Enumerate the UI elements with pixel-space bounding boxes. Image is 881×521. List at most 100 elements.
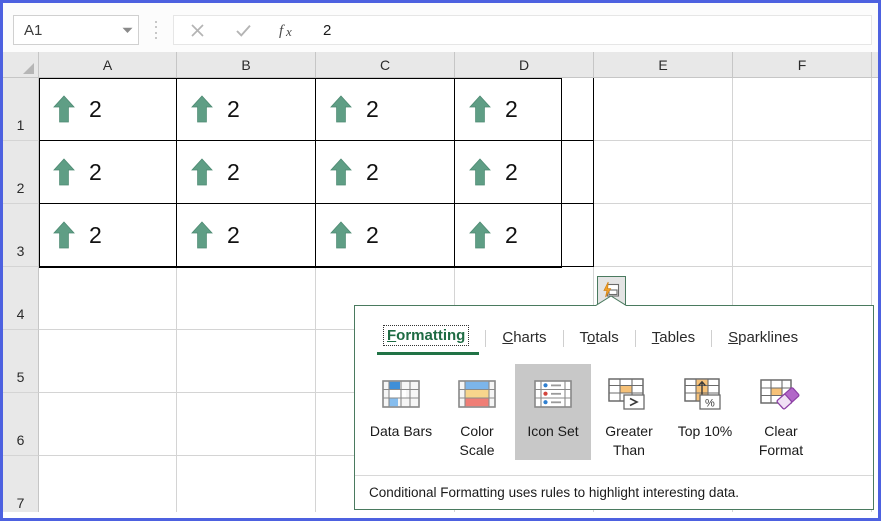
quick-analysis-footer: Conditional Formatting uses rules to hig… bbox=[355, 475, 873, 509]
cell-f3[interactable] bbox=[733, 204, 872, 267]
row-header-3[interactable]: 3 bbox=[3, 204, 39, 267]
quick-analysis-item-color-scale[interactable]: Color Scale bbox=[439, 364, 515, 460]
cell-value: 2 bbox=[89, 95, 102, 122]
table-row: 1 2 2 2 2 bbox=[3, 78, 878, 141]
green-up-arrow-icon bbox=[191, 95, 213, 123]
column-header-e[interactable]: E bbox=[594, 52, 733, 77]
column-header-f[interactable]: F bbox=[733, 52, 872, 77]
green-up-arrow-icon bbox=[191, 158, 213, 186]
name-box[interactable]: A1 bbox=[13, 15, 139, 45]
clear-format-eraser-icon bbox=[760, 374, 802, 414]
cell-b3[interactable]: 2 bbox=[177, 204, 316, 267]
cell-value: 2 bbox=[227, 95, 240, 122]
cell-d2[interactable]: 2 bbox=[455, 141, 594, 204]
quick-analysis-item-label: Icon Set bbox=[527, 423, 579, 439]
cell-b2[interactable]: 2 bbox=[177, 141, 316, 204]
formula-bar: A1 f x 2 bbox=[3, 3, 878, 52]
cell-value: 2 bbox=[505, 95, 518, 122]
tab-formatting-label-rest: ormatting bbox=[396, 327, 466, 344]
cell-c1[interactable]: 2 bbox=[316, 78, 455, 141]
tab-totals[interactable]: Totals bbox=[564, 329, 635, 350]
cell-a2[interactable]: 2 bbox=[39, 141, 177, 204]
row-header-6[interactable]: 6 bbox=[3, 393, 39, 456]
cell-c3[interactable]: 2 bbox=[316, 204, 455, 267]
column-header-a[interactable]: A bbox=[39, 52, 177, 77]
cell-c2[interactable]: 2 bbox=[316, 141, 455, 204]
cell-b1[interactable]: 2 bbox=[177, 78, 316, 141]
column-header-b[interactable]: B bbox=[177, 52, 316, 77]
cell-f2[interactable] bbox=[733, 141, 872, 204]
excel-window: A1 f x 2 A B C D E F 1 2 2 2 2 2 2 2 2 2… bbox=[0, 0, 881, 521]
cell-e3[interactable] bbox=[594, 204, 733, 267]
quick-analysis-items: Data Bars Color Scale Icon Set Greater T… bbox=[355, 364, 873, 460]
cell-e1[interactable] bbox=[594, 78, 733, 141]
row-header-1[interactable]: 1 bbox=[3, 78, 39, 141]
cell-value: 2 bbox=[227, 158, 240, 185]
cell-value: 2 bbox=[366, 95, 379, 122]
quick-analysis-item-label: Top 10% bbox=[677, 423, 733, 439]
svg-text:x: x bbox=[285, 24, 292, 39]
table-row: 2 2 2 2 2 bbox=[3, 141, 878, 204]
chevron-down-icon[interactable] bbox=[116, 27, 138, 34]
cell-value: 2 bbox=[89, 221, 102, 248]
cell-a3[interactable]: 2 bbox=[39, 204, 177, 267]
tab-tables[interactable]: Tables bbox=[636, 329, 711, 350]
quick-analysis-item-label: Color Scale bbox=[459, 423, 495, 458]
cell-b7[interactable] bbox=[177, 456, 316, 518]
row-header-7[interactable]: 7 bbox=[3, 456, 39, 518]
cell-b6[interactable] bbox=[177, 393, 316, 456]
cell-a6[interactable] bbox=[39, 393, 177, 456]
quick-analysis-item-icon-set[interactable]: Icon Set bbox=[515, 364, 591, 460]
green-up-arrow-icon bbox=[330, 158, 352, 186]
quick-analysis-footer-text: Conditional Formatting uses rules to hig… bbox=[369, 485, 739, 500]
green-up-arrow-icon bbox=[53, 221, 75, 249]
green-up-arrow-icon bbox=[53, 95, 75, 123]
cell-f1[interactable] bbox=[733, 78, 872, 141]
green-up-arrow-icon bbox=[469, 221, 491, 249]
quick-analysis-item-top-10-percent[interactable]: % Top 10% bbox=[667, 364, 743, 460]
formula-bar-buttons: f x bbox=[173, 15, 313, 45]
bottom-strip bbox=[3, 512, 878, 518]
cell-b5[interactable] bbox=[177, 330, 316, 393]
column-header-d[interactable]: D bbox=[455, 52, 594, 77]
cell-a4[interactable] bbox=[39, 267, 177, 330]
quick-analysis-item-data-bars[interactable]: Data Bars bbox=[363, 364, 439, 460]
fx-icon[interactable]: f x bbox=[266, 16, 312, 44]
quick-analysis-tabs: Formatting Charts Totals Tables Sparklin… bbox=[355, 306, 873, 355]
cancel-icon[interactable] bbox=[174, 16, 220, 44]
cell-value: 2 bbox=[505, 158, 518, 185]
svg-text:%: % bbox=[705, 398, 715, 410]
cell-value: 2 bbox=[366, 221, 379, 248]
select-all-corner[interactable] bbox=[3, 52, 39, 77]
quick-analysis-item-label: Clear Format bbox=[758, 423, 804, 458]
cell-d1[interactable]: 2 bbox=[455, 78, 594, 141]
quick-analysis-item-clear-format[interactable]: Clear Format bbox=[743, 364, 819, 460]
cell-b4[interactable] bbox=[177, 267, 316, 330]
row-header-4[interactable]: 4 bbox=[3, 267, 39, 330]
tab-charts[interactable]: Charts bbox=[486, 329, 562, 350]
green-up-arrow-icon bbox=[191, 221, 213, 249]
column-header-c[interactable]: C bbox=[316, 52, 455, 77]
quick-analysis-item-greater-than[interactable]: Greater Than bbox=[591, 364, 667, 460]
table-row: 3 2 2 2 2 bbox=[3, 204, 878, 267]
icon-set-icon bbox=[534, 374, 572, 414]
tab-sparklines[interactable]: Sparklines bbox=[712, 329, 814, 350]
cell-value: 2 bbox=[505, 221, 518, 248]
select-all-triangle-icon bbox=[23, 63, 34, 74]
row-header-5[interactable]: 5 bbox=[3, 330, 39, 393]
formula-input[interactable]: 2 bbox=[313, 15, 872, 45]
column-headers: A B C D E F bbox=[3, 52, 878, 78]
green-up-arrow-icon bbox=[330, 95, 352, 123]
cell-e2[interactable] bbox=[594, 141, 733, 204]
cell-d3[interactable]: 2 bbox=[455, 204, 594, 267]
green-up-arrow-icon bbox=[53, 158, 75, 186]
tab-formatting[interactable]: Formatting bbox=[367, 325, 485, 355]
cell-a1[interactable]: 2 bbox=[39, 78, 177, 141]
cell-a5[interactable] bbox=[39, 330, 177, 393]
row-header-2[interactable]: 2 bbox=[3, 141, 39, 204]
data-bars-icon bbox=[382, 374, 420, 414]
green-up-arrow-icon bbox=[469, 158, 491, 186]
svg-text:f: f bbox=[279, 23, 285, 39]
check-icon[interactable] bbox=[220, 16, 266, 44]
cell-a7[interactable] bbox=[39, 456, 177, 518]
